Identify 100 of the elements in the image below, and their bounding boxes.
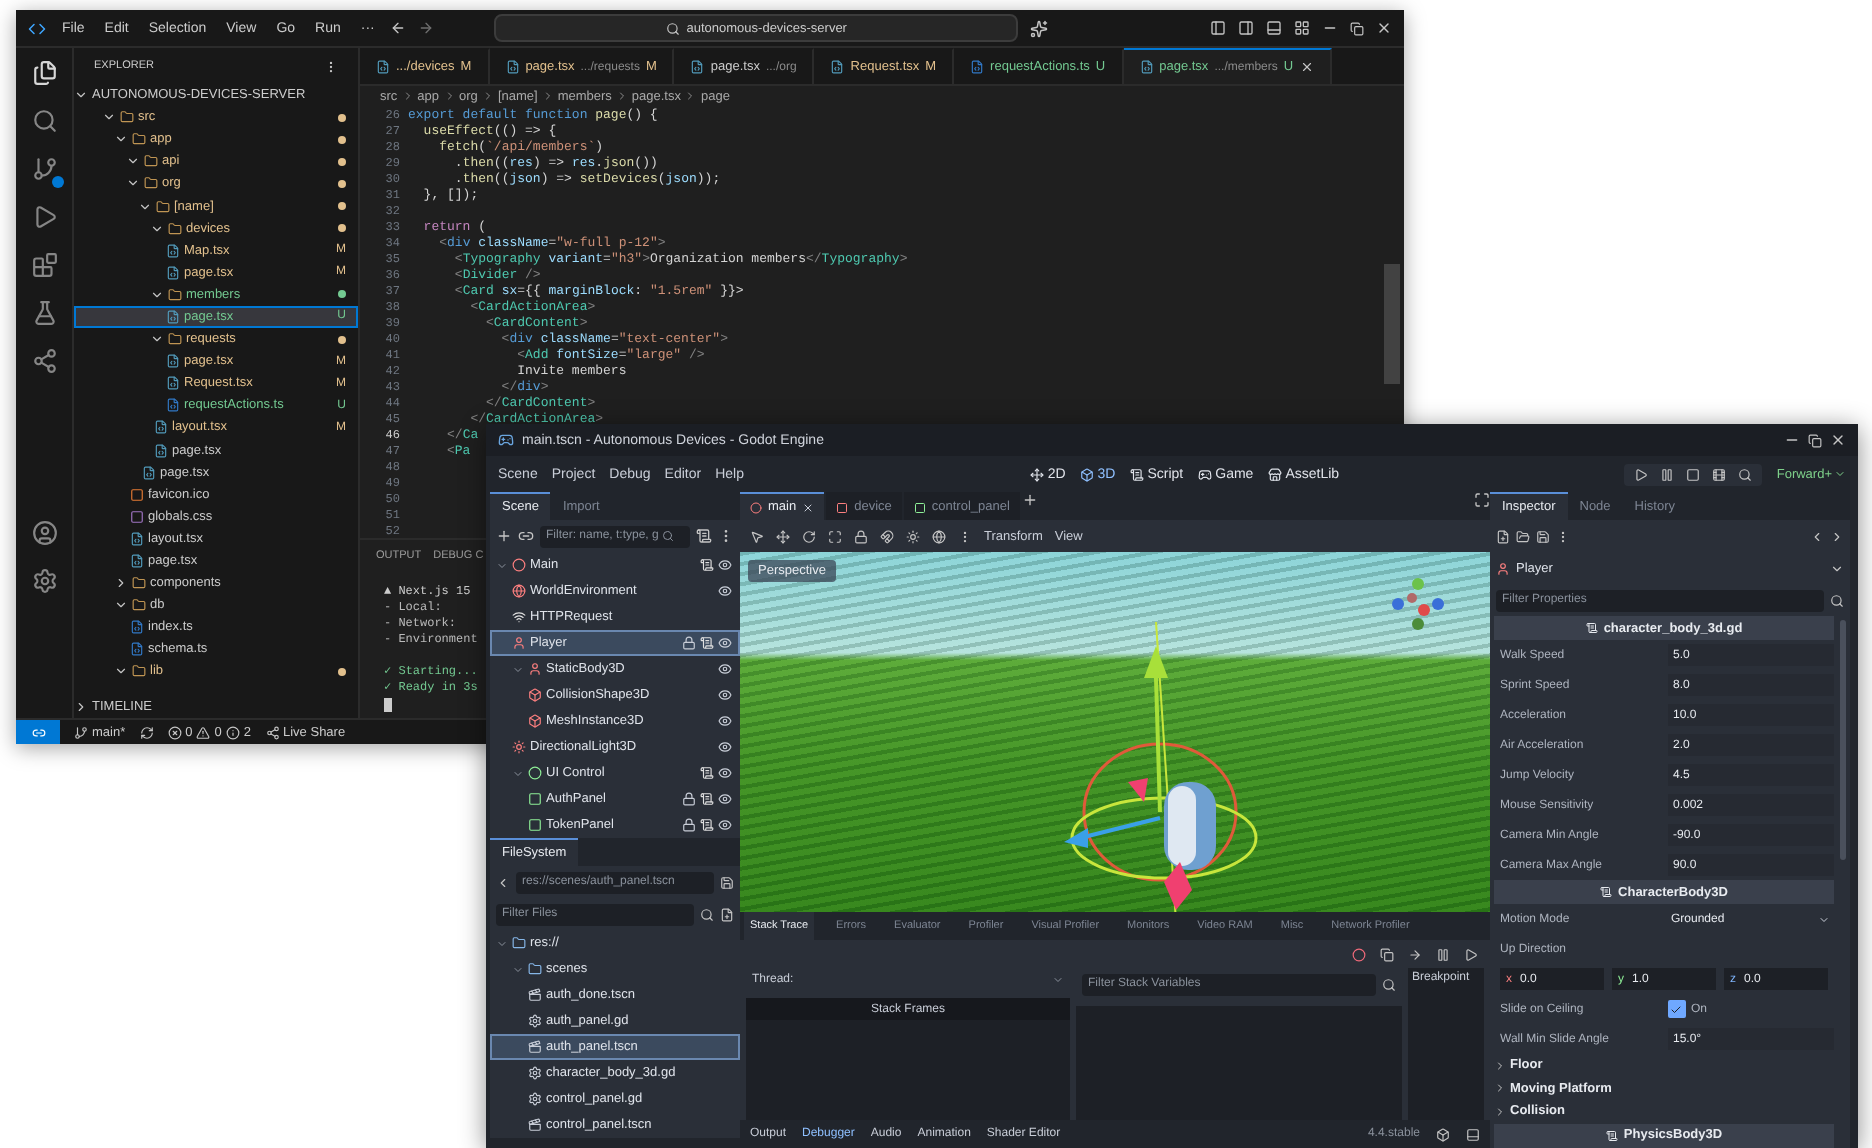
visibility-icon[interactable] xyxy=(718,584,732,598)
settings-icon[interactable] xyxy=(31,568,57,594)
script-icon[interactable] xyxy=(700,766,714,780)
lock-icon[interactable] xyxy=(682,818,696,832)
new-resource-icon[interactable] xyxy=(1496,529,1510,543)
share-icon xyxy=(265,725,279,739)
layout-icon[interactable] xyxy=(1294,20,1310,36)
add-tab-icon[interactable] xyxy=(1021,492,1038,508)
copy-icon[interactable] xyxy=(1380,947,1394,961)
layout-icon[interactable] xyxy=(1238,20,1254,36)
select-icon[interactable] xyxy=(750,529,764,543)
script-icon[interactable] xyxy=(700,558,714,572)
visibility-icon[interactable] xyxy=(718,792,732,806)
react-file-icon xyxy=(142,465,156,480)
search-icon[interactable] xyxy=(700,907,714,921)
scale-icon[interactable] xyxy=(828,529,842,543)
react-file-icon xyxy=(166,265,180,280)
visibility-icon[interactable] xyxy=(718,818,732,832)
share-icon[interactable] xyxy=(31,348,57,374)
source-control-icon[interactable] xyxy=(31,156,57,182)
close-icon[interactable] xyxy=(1376,20,1392,36)
visibility-icon[interactable] xyxy=(718,636,732,650)
run-debug-icon[interactable] xyxy=(31,204,57,230)
explorer-icon[interactable] xyxy=(31,60,57,86)
record-icon[interactable] xyxy=(1352,947,1366,961)
caret-icon xyxy=(1834,468,1846,480)
layout-icon[interactable] xyxy=(1210,20,1226,36)
rotate-icon[interactable] xyxy=(802,529,816,543)
forward-icon[interactable] xyxy=(1830,529,1844,543)
more-icon[interactable] xyxy=(324,59,338,73)
lock-icon[interactable] xyxy=(682,792,696,806)
remote-button[interactable] xyxy=(16,720,60,744)
forward-arrow-icon[interactable] xyxy=(418,20,435,36)
file-icon[interactable] xyxy=(720,907,734,921)
step-icon[interactable] xyxy=(1408,947,1422,961)
script-icon[interactable] xyxy=(700,636,714,650)
node-type-icon xyxy=(836,501,849,513)
movie-icon[interactable] xyxy=(1712,467,1727,481)
back-icon[interactable] xyxy=(496,875,510,889)
close-icon[interactable] xyxy=(1830,432,1846,448)
more-icon[interactable] xyxy=(958,529,972,543)
visibility-icon[interactable] xyxy=(718,662,732,676)
flask-icon[interactable] xyxy=(31,300,57,326)
caret-icon[interactable] xyxy=(1830,561,1844,575)
visibility-icon[interactable] xyxy=(718,766,732,780)
sun-icon xyxy=(512,740,526,754)
magnet-icon[interactable] xyxy=(880,529,894,543)
sun-icon[interactable] xyxy=(906,529,920,543)
back-icon[interactable] xyxy=(1810,529,1824,543)
breadcrumb-separator-icon xyxy=(443,90,456,102)
save-icon[interactable] xyxy=(1536,529,1550,543)
add-node-icon[interactable] xyxy=(496,528,512,544)
continue-icon[interactable] xyxy=(1464,947,1478,961)
script-icon[interactable] xyxy=(696,528,712,544)
lock-icon[interactable] xyxy=(854,529,868,543)
search-icon[interactable] xyxy=(1738,467,1753,481)
stop-icon[interactable] xyxy=(1686,467,1701,481)
search-icon[interactable] xyxy=(1830,593,1844,607)
search-icon[interactable] xyxy=(31,108,57,134)
visibility-icon[interactable] xyxy=(718,688,732,702)
visibility-icon[interactable] xyxy=(718,558,732,572)
sync-icon[interactable] xyxy=(139,725,154,739)
cube-icon xyxy=(528,688,542,702)
move-icon[interactable] xyxy=(776,529,790,543)
scrollbar-thumb[interactable] xyxy=(1384,264,1400,384)
extensions-icon[interactable] xyxy=(31,252,57,278)
account-icon[interactable] xyxy=(31,520,57,546)
pause-icon[interactable] xyxy=(1436,947,1450,961)
link-icon[interactable] xyxy=(518,528,534,544)
visibility-icon[interactable] xyxy=(718,714,732,728)
play-icon[interactable] xyxy=(1634,467,1649,481)
axis-gizmo-icon[interactable] xyxy=(1390,576,1446,632)
save-icon[interactable] xyxy=(720,875,734,889)
scrollbar-thumb[interactable] xyxy=(1840,620,1846,860)
back-arrow-icon[interactable] xyxy=(390,20,407,36)
visibility-icon[interactable] xyxy=(718,740,732,754)
pause-icon[interactable] xyxy=(1660,467,1675,481)
cube-icon[interactable] xyxy=(1436,1127,1450,1141)
layout-icon[interactable] xyxy=(1266,20,1282,36)
folder-icon[interactable] xyxy=(1516,529,1530,543)
close-icon[interactable] xyxy=(1299,60,1314,74)
restore-icon[interactable] xyxy=(1808,433,1822,447)
folder-icon xyxy=(528,962,542,976)
restore-icon[interactable] xyxy=(1350,21,1364,35)
fullscreen-icon[interactable] xyxy=(1474,492,1490,508)
close-icon[interactable] xyxy=(802,501,815,513)
panel-icon[interactable] xyxy=(1466,1127,1480,1141)
folder-icon xyxy=(132,664,146,679)
scene-file-icon xyxy=(528,988,542,1002)
globe-icon[interactable] xyxy=(932,529,946,543)
script-icon xyxy=(1585,622,1598,634)
more-icon[interactable] xyxy=(1556,529,1570,543)
person-icon xyxy=(1496,561,1510,575)
search-icon xyxy=(662,530,675,542)
person-icon xyxy=(528,662,542,676)
script-icon[interactable] xyxy=(700,818,714,832)
sparkle-icon[interactable] xyxy=(1030,19,1049,37)
lock-icon[interactable] xyxy=(682,636,696,650)
search-icon[interactable] xyxy=(1382,977,1396,991)
script-icon[interactable] xyxy=(700,792,714,806)
